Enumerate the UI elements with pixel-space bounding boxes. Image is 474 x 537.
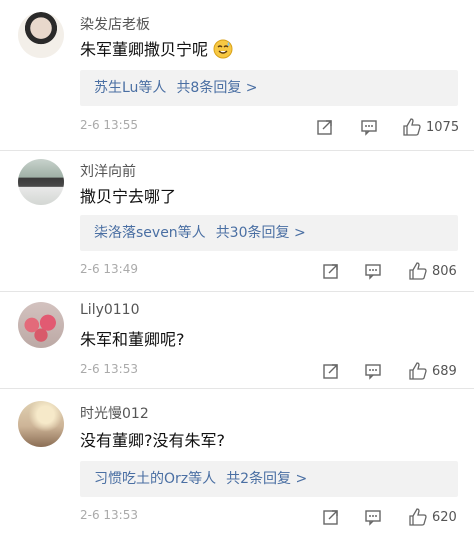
comment-username[interactable]: Lily0110 [80, 302, 140, 318]
sweat-smile-emoji-icon [213, 39, 233, 63]
comment-icon[interactable] [360, 115, 378, 139]
like-button[interactable]: 1075 [402, 115, 459, 139]
comment-text-content: 朱军董卿撒贝宁呢 [80, 40, 209, 59]
reply-count: 共30条回复 > [215, 225, 306, 241]
comment-time: 2-6 13:53 [80, 508, 138, 522]
like-button[interactable]: 806 [408, 259, 457, 283]
thumbs-up-icon [408, 361, 428, 381]
comment-icon[interactable] [364, 505, 382, 529]
like-count: 1075 [426, 119, 460, 135]
comment-time: 2-6 13:55 [80, 118, 138, 132]
share-icon[interactable] [316, 115, 334, 139]
comment-icon[interactable] [364, 259, 382, 283]
comment-time: 2-6 13:49 [80, 262, 138, 276]
comment-username[interactable]: 时光慢012 [80, 403, 149, 423]
reply-summary[interactable]: 柒洛落seven等人 共30条回复 > [80, 215, 458, 251]
comment-username[interactable]: 刘洋向前 [80, 161, 136, 181]
reply-users: 柒洛落seven等人 [94, 225, 206, 241]
like-count: 806 [432, 263, 457, 279]
reply-count: 共2条回复 > [226, 471, 308, 487]
comment-text: 朱军董卿撒贝宁呢 [80, 36, 233, 63]
comment-text: 朱军和董卿呢? [80, 330, 185, 349]
share-icon[interactable] [322, 259, 340, 283]
comment-icon[interactable] [364, 359, 382, 383]
reply-summary[interactable]: 习惯吃土的Orz等人 共2条回复 > [80, 461, 458, 497]
share-icon[interactable] [322, 359, 340, 383]
avatar[interactable] [18, 401, 64, 447]
like-count: 620 [432, 509, 457, 525]
comment-item: 刘洋向前 撒贝宁去哪了 柒洛落seven等人 共30条回复 > 2-6 13:49… [0, 151, 474, 291]
thumbs-up-icon [408, 507, 428, 527]
like-button[interactable]: 689 [408, 359, 457, 383]
avatar[interactable] [18, 302, 64, 348]
comment-meta: 2-6 13:53 689 [80, 359, 460, 383]
avatar[interactable] [18, 159, 64, 205]
comment-text: 没有董卿?没有朱军? [80, 431, 225, 450]
comment-meta: 2-6 13:53 620 [80, 505, 460, 529]
comment-meta: 2-6 13:49 806 [80, 259, 460, 283]
thumbs-up-icon [408, 261, 428, 281]
share-icon[interactable] [322, 505, 340, 529]
reply-count: 共8条回复 > [176, 80, 258, 96]
comment-item: 染发店老板 朱军董卿撒贝宁呢 苏生Lu等人共8条回复 > 2-6 13:55 [0, 0, 474, 150]
thumbs-up-icon [402, 117, 422, 137]
like-count: 689 [432, 363, 457, 379]
comment-item: 时光慢012 没有董卿?没有朱军? 习惯吃土的Orz等人 共2条回复 > 2-6 … [0, 389, 474, 537]
reply-users: 习惯吃土的Orz等人 [94, 471, 217, 487]
comment-username[interactable]: 染发店老板 [80, 14, 150, 34]
reply-users: 苏生Lu等人 [94, 80, 167, 96]
comment-item: Lily0110 朱军和董卿呢? 2-6 13:53 689 [0, 292, 474, 388]
like-button[interactable]: 620 [408, 505, 457, 529]
comment-meta: 2-6 13:55 1075 [80, 115, 460, 139]
comment-time: 2-6 13:53 [80, 362, 138, 376]
reply-summary[interactable]: 苏生Lu等人 共8条回复 > [80, 70, 458, 106]
comment-text: 撒贝宁去哪了 [80, 187, 177, 206]
avatar[interactable] [18, 12, 64, 58]
